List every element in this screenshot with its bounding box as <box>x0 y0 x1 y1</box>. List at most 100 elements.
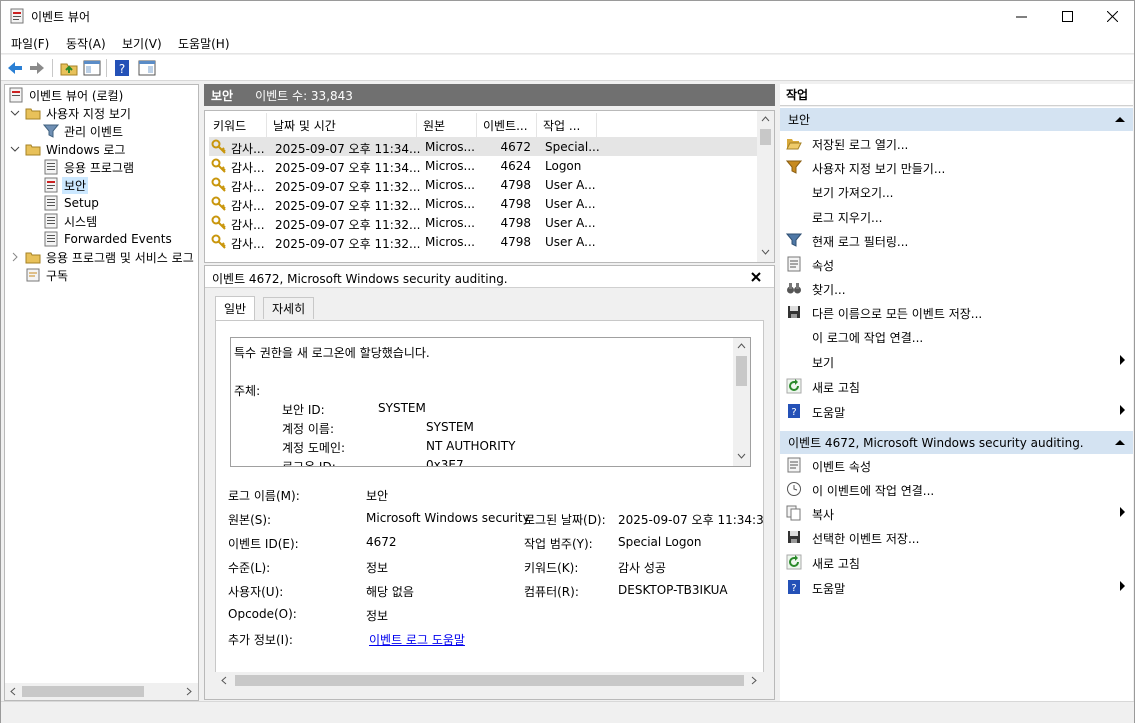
scroll-up-icon[interactable] <box>761 115 770 123</box>
action-item[interactable]: 저장된 로그 열기... <box>780 132 1133 154</box>
actions-pane: 보안 저장된 로그 열기... 사용자 지정 보기 만들기... 보기 가져오기..… <box>780 107 1133 701</box>
tree-item-application[interactable]: 응용 프로그램 <box>43 158 136 176</box>
column-header-task[interactable]: 작업 ... <box>537 113 597 137</box>
tab-details[interactable]: 자세히 <box>263 297 315 319</box>
column-header-date[interactable]: 날짜 및 시간 <box>267 113 417 137</box>
event-row[interactable]: 감사... 2025-09-07 오후 11:32... Micros... 4798… <box>209 232 774 251</box>
scroll-left-icon[interactable] <box>220 676 228 685</box>
forward-arrow-icon[interactable] <box>27 58 47 78</box>
scroll-left-icon[interactable] <box>9 687 17 696</box>
action-item[interactable]: 이벤트 속성 <box>780 454 1133 476</box>
menu-help[interactable]: 도움말(H) <box>178 35 230 52</box>
action-item[interactable]: 보기 가져오기... <box>780 180 1133 202</box>
tree-horizontal-scrollbar[interactable] <box>5 683 198 700</box>
action-item[interactable]: 사용자 지정 보기 만들기... <box>780 156 1133 178</box>
field-source-label: 원본(S): <box>228 513 272 527</box>
event-message-box[interactable]: 특수 권한을 새 로그온에 할당했습니다. 주체: 보안 ID: SYSTEM … <box>230 337 751 467</box>
action-item[interactable]: 로그 지우기... <box>780 205 1133 227</box>
action-label: 새로 고침 <box>812 381 860 395</box>
collapse-section-icon[interactable] <box>1115 116 1125 123</box>
action-item[interactable]: ? 도움말 <box>780 576 1133 598</box>
scroll-down-icon[interactable] <box>761 248 770 256</box>
action-item[interactable]: 속성 <box>780 253 1133 275</box>
window-title: 이벤트 뷰어 <box>31 10 91 24</box>
field-event-id-value: 4672 <box>366 535 397 549</box>
collapse-section-icon[interactable] <box>1115 439 1125 446</box>
tree-item-setup[interactable]: Setup <box>43 194 101 212</box>
column-header-keyword[interactable]: 키워드 <box>207 113 267 137</box>
action-label: 선택한 이벤트 저장... <box>812 532 920 546</box>
collapsed-chevron-icon[interactable] <box>10 252 20 262</box>
action-item[interactable]: 보기 <box>780 350 1133 372</box>
tree-item-apps-services[interactable]: 응용 프로그램 및 서비스 로그 <box>25 248 197 266</box>
scroll-thumb[interactable] <box>760 129 771 145</box>
action-item[interactable]: ? 도움말 <box>780 400 1133 422</box>
action-item[interactable]: 이 이벤트에 작업 연결... <box>780 478 1133 500</box>
scroll-right-icon[interactable] <box>185 687 193 696</box>
list-vertical-scrollbar[interactable] <box>757 111 774 262</box>
menu-view[interactable]: 보기(V) <box>122 35 162 52</box>
tree-item-custom-views[interactable]: 사용자 지정 보기 <box>25 104 133 122</box>
action-label: 사용자 지정 보기 만들기... <box>812 162 946 176</box>
event-row[interactable]: 감사... 2025-09-07 오후 11:32... Micros... 4798… <box>209 194 774 213</box>
action-item[interactable]: 복사 <box>780 502 1133 524</box>
field-computer-value: DESKTOP-TB3IKUA <box>618 583 728 597</box>
menu-file[interactable]: 파일(F) <box>11 35 49 52</box>
scroll-right-icon[interactable] <box>750 676 758 685</box>
scroll-thumb[interactable] <box>736 356 747 386</box>
tree-item-windows-logs[interactable]: Windows 로그 <box>25 140 127 158</box>
menu-action[interactable]: 동작(A) <box>66 35 106 52</box>
action-item[interactable]: 현재 로그 필터링... <box>780 229 1133 251</box>
close-detail-icon[interactable] <box>751 272 761 282</box>
tree-item-root[interactable]: 이벤트 뷰어 (로컬) <box>8 86 125 104</box>
action-item[interactable]: 새로 고침 <box>780 551 1133 573</box>
tree-item-security[interactable]: 보안 <box>43 176 89 194</box>
action-item[interactable]: 선택한 이벤트 저장... <box>780 526 1133 548</box>
scroll-thumb[interactable] <box>22 686 144 697</box>
action-item[interactable]: 새로 고침 <box>780 375 1133 397</box>
event-list: 키워드 날짜 및 시간 원본 이벤트... 작업 ... 감사... 2025-0… <box>204 110 775 263</box>
tree-item-system[interactable]: 시스템 <box>43 212 99 230</box>
scroll-down-icon[interactable] <box>737 452 746 460</box>
expanded-chevron-icon[interactable] <box>10 144 20 154</box>
action-item[interactable]: 이 로그에 작업 연결... <box>780 325 1133 347</box>
message-subject: 주체: <box>234 384 261 398</box>
minimize-button[interactable] <box>998 1 1044 31</box>
tree-label: Forwarded Events <box>64 232 172 246</box>
action-item[interactable]: 다른 이름으로 모든 이벤트 저장... <box>780 301 1133 323</box>
submenu-arrow-icon <box>1120 355 1125 365</box>
tree-label: Windows 로그 <box>46 142 126 157</box>
column-header-event-id[interactable]: 이벤트... <box>477 113 537 137</box>
show-hide-tree-icon[interactable] <box>82 58 102 78</box>
close-button[interactable] <box>1089 1 1135 31</box>
show-hide-action-pane-icon[interactable] <box>137 58 157 78</box>
help-icon[interactable]: ? <box>112 58 132 78</box>
detail-horizontal-scrollbar[interactable] <box>215 672 764 689</box>
event-row[interactable]: 감사... 2025-09-07 오후 11:34... Micros... 4672… <box>209 137 774 156</box>
folder-icon <box>25 252 41 264</box>
tree-item-admin-events[interactable]: 관리 이벤트 <box>43 122 125 140</box>
action-label: 찾기... <box>812 283 846 297</box>
message-vertical-scrollbar[interactable] <box>733 338 750 466</box>
event-row[interactable]: 감사... 2025-09-07 오후 11:32... Micros... 4798… <box>209 175 774 194</box>
tab-general[interactable]: 일반 <box>215 296 256 320</box>
maximize-button[interactable] <box>1044 1 1090 31</box>
actions-section-event[interactable]: 이벤트 4672, Microsoft Windows security aud… <box>780 431 1133 454</box>
tree-item-forwarded-events[interactable]: Forwarded Events <box>43 230 174 248</box>
event-log-help-link[interactable]: 이벤트 로그 도움말 <box>369 631 465 648</box>
event-row[interactable]: 감사... 2025-09-07 오후 11:34... Micros... 4624… <box>209 156 774 175</box>
scroll-up-icon[interactable] <box>737 342 746 350</box>
column-header-source[interactable]: 원본 <box>417 113 477 137</box>
tree-label: 시스템 <box>64 214 98 229</box>
cell-source: Micros... <box>425 216 475 230</box>
field-logged-value: 2025-09-07 오후 11:34:34 <box>618 513 764 527</box>
scroll-thumb[interactable] <box>235 675 744 686</box>
up-folder-icon[interactable] <box>59 58 79 78</box>
action-item[interactable]: 찾기... <box>780 277 1133 299</box>
actions-section-log[interactable]: 보안 <box>780 108 1133 131</box>
expanded-chevron-icon[interactable] <box>10 108 20 118</box>
event-row[interactable]: 감사... 2025-09-07 오후 11:32... Micros... 4798… <box>209 213 774 232</box>
svg-text:?: ? <box>791 583 796 594</box>
back-arrow-icon[interactable] <box>5 58 25 78</box>
tree-item-subscriptions[interactable]: 구독 <box>25 266 70 284</box>
